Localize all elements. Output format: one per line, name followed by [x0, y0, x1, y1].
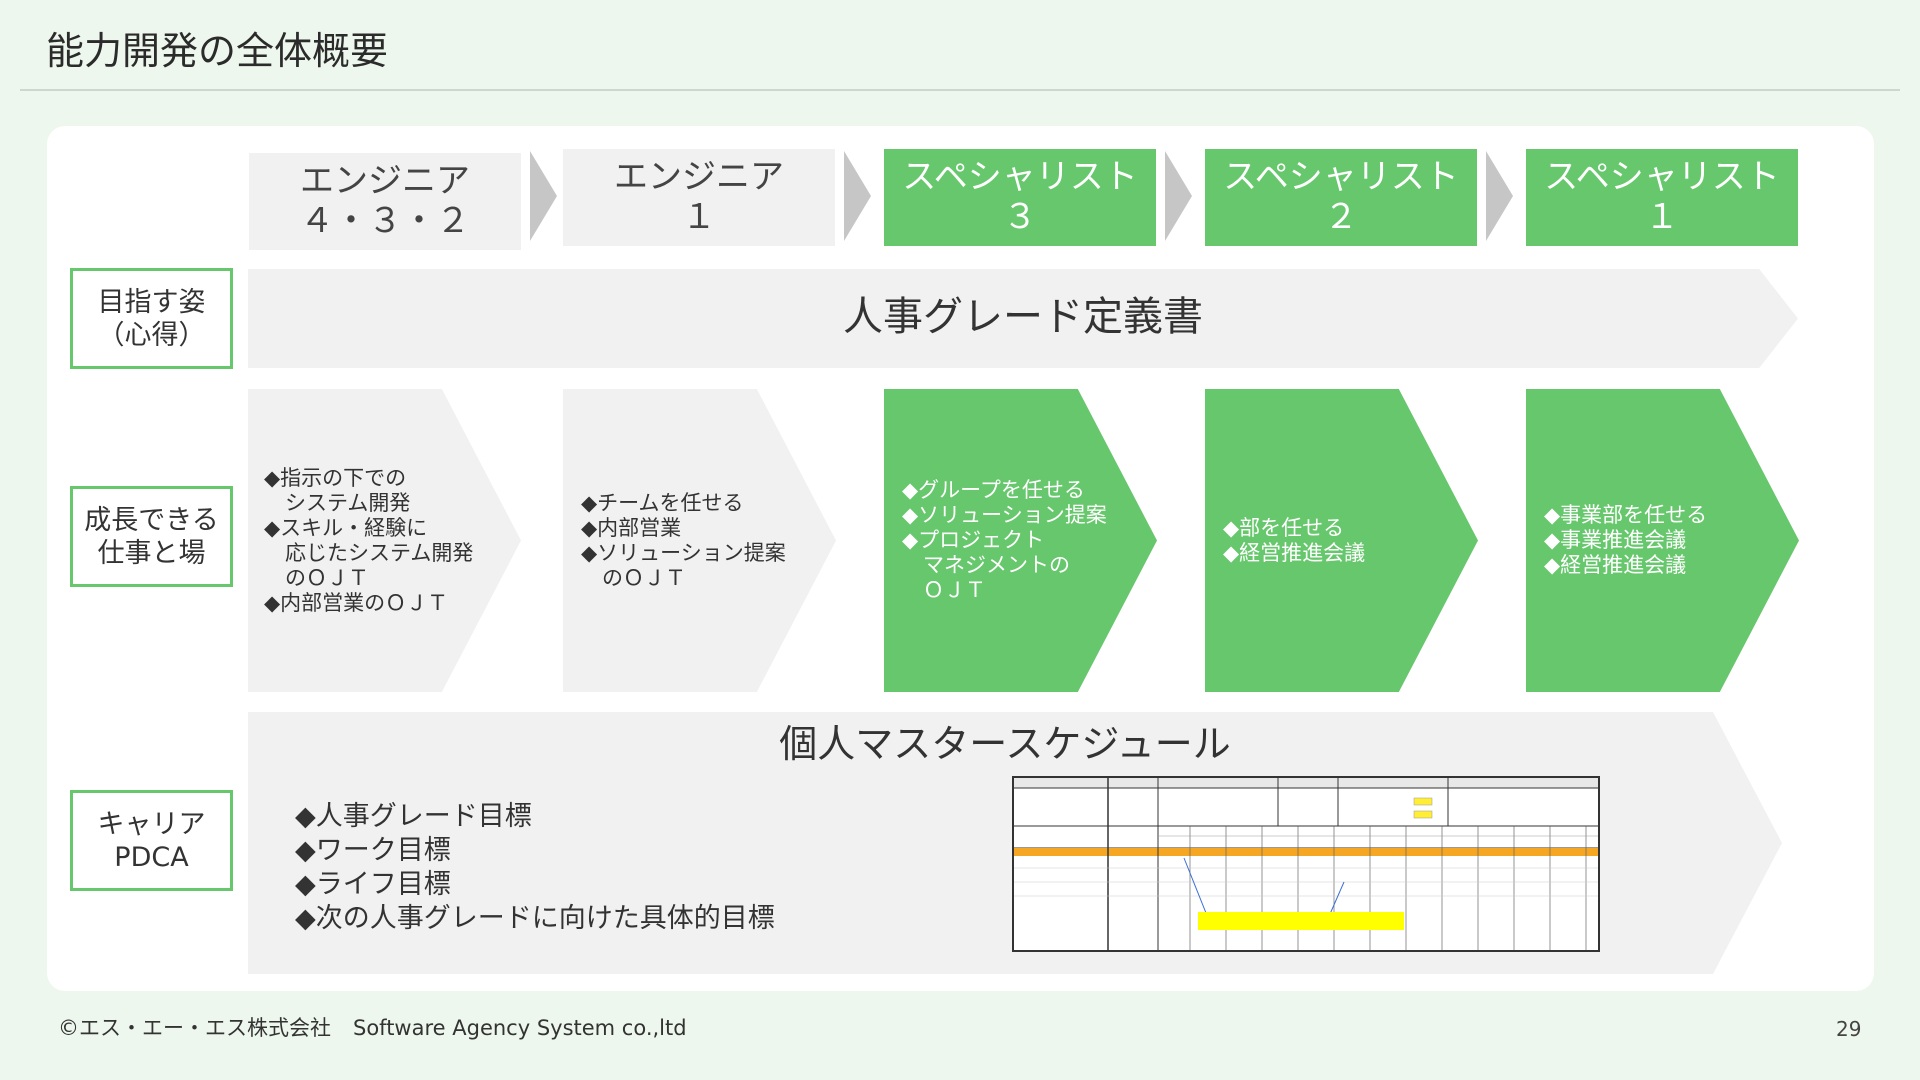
work-item: ◆部を任せる: [1223, 515, 1345, 540]
work-item: ◆プロジェクト: [902, 528, 1045, 552]
work-item: のＯＪＴ: [581, 565, 686, 590]
copyright-text: ©エス・エー・エス株式会社: [58, 1016, 331, 1040]
pdca-item: ◆ワーク目標: [295, 835, 451, 866]
work-item: 応じたシステム開発: [264, 540, 474, 565]
grade-engineer-1: エンジニア １: [563, 149, 835, 246]
grade-level: ３: [1003, 197, 1037, 237]
grade-title: スペシャリスト: [1544, 157, 1780, 197]
grade-title: スペシャリスト: [1223, 157, 1459, 197]
row-label-career: キャリア PDCA: [70, 790, 233, 891]
work-item: ◆グループを任せる: [902, 478, 1085, 502]
grade-specialist-3: スペシャリスト ３: [884, 149, 1156, 246]
grade-level: ４・３・２: [300, 201, 470, 241]
work-item: のＯＪＴ: [264, 565, 369, 590]
schedule-thumbnail: [1012, 776, 1600, 952]
pdca-item: ◆人事グレード目標: [295, 801, 532, 832]
grade-title: エンジニア: [614, 157, 784, 197]
grade-specialist-1: スペシャリスト １: [1526, 149, 1798, 246]
work-item: ◆スキル・経験に: [264, 515, 428, 540]
work-item: ◆経営推進会議: [1544, 553, 1687, 577]
page-title: 能力開発の全体概要: [46, 29, 389, 73]
pdca-item: ◆次の人事グレードに向けた具体的目標: [295, 903, 775, 934]
row-label-line: 仕事と場: [97, 537, 206, 569]
grade-title: スペシャリスト: [902, 157, 1138, 197]
work-item: ◆事業推進会議: [1544, 528, 1687, 552]
work-item: ◆チームを任せる: [581, 490, 744, 515]
row-label-line: 成長できる: [84, 504, 219, 536]
master-schedule-title: 個人マスタースケジュール: [779, 722, 1231, 766]
grade-engineer-432: エンジニア ４・３・２: [249, 153, 521, 250]
row-label-line: 目指す姿: [97, 286, 206, 318]
goal-banner-text: 人事グレード定義書: [843, 294, 1203, 340]
pdca-item: ◆ライフ目標: [295, 869, 451, 900]
work-item: システム開発: [264, 490, 411, 515]
grade-level: １: [682, 197, 716, 237]
grade-title: エンジニア: [300, 161, 470, 201]
work-item: ◆経営推進会議: [1223, 540, 1366, 565]
work-item: ◆内部営業のＯＪＴ: [264, 590, 449, 615]
page-number: 29: [1836, 1017, 1862, 1041]
work-item: ◆内部営業: [581, 515, 682, 540]
work-item: ◆事業部を任せる: [1544, 503, 1708, 527]
work-item: ◆指示の下での: [264, 465, 407, 490]
work-item: ◆ソリューション提案: [581, 540, 786, 565]
title-divider: [20, 89, 1900, 91]
row-label-line: PDCA: [114, 841, 189, 873]
pdca-goal-list: ◆人事グレード目標 ◆ワーク目標 ◆ライフ目標 ◆次の人事グレードに向けた具体的…: [295, 800, 775, 936]
row-label-goal: 目指す姿 （心得）: [70, 268, 233, 369]
footer-copyright: ©エス・エー・エス株式会社 Software Agency System co.,…: [58, 1012, 687, 1042]
schedule-spreadsheet-image: [1014, 778, 1598, 950]
work-item: マネジメントの: [902, 553, 1070, 577]
row-label-line: （心得）: [97, 319, 206, 351]
row-label-line: キャリア: [97, 808, 206, 840]
company-english-name: Software Agency System co.,ltd: [353, 1016, 687, 1040]
grade-specialist-2: スペシャリスト ２: [1205, 149, 1477, 246]
grade-level: １: [1645, 197, 1679, 237]
work-item: ＯＪＴ: [902, 578, 986, 602]
work-item: ◆ソリューション提案: [902, 503, 1107, 527]
row-label-work: 成長できる 仕事と場: [70, 486, 233, 587]
grade-level: ２: [1324, 197, 1358, 237]
